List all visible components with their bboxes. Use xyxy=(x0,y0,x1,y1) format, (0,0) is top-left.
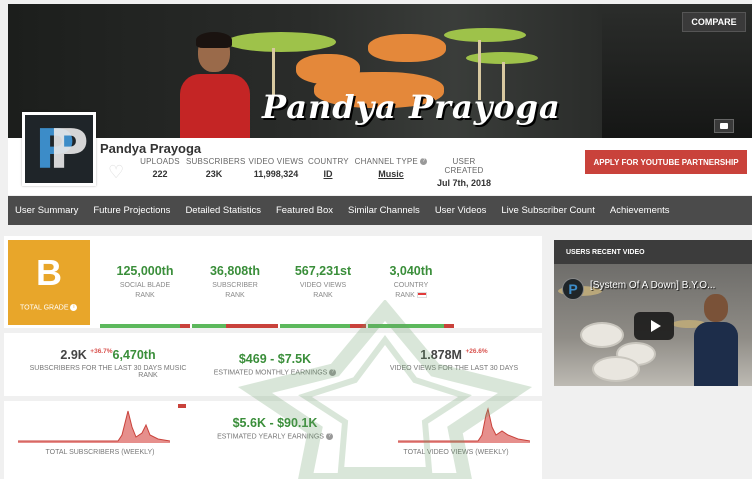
rank-bar xyxy=(100,324,190,328)
channel-avatar: P P xyxy=(22,112,96,186)
youtube-icon[interactable] xyxy=(714,119,734,133)
main-nav: User Summary Future Projections Detailed… xyxy=(8,196,752,225)
nav-live-subscriber-count[interactable]: Live Subscriber Count xyxy=(494,205,602,216)
avatar-letter: P xyxy=(49,118,89,181)
country-link[interactable]: ID xyxy=(308,169,348,179)
views-weekly-label: TOTAL VIDEO VIEWS (WEEKLY) xyxy=(403,449,509,456)
drum-shape xyxy=(580,322,624,348)
rank-bar xyxy=(192,324,278,328)
drummer-person xyxy=(694,294,738,386)
stat-country: COUNTRY ID xyxy=(308,157,349,179)
recent-video-card: USERS RECENT VIDEO P [System Of A Down] … xyxy=(554,240,752,386)
rank-video-views: 567,231st VIDEO VIEWS RANK xyxy=(280,240,366,328)
rank-bar xyxy=(280,324,366,328)
nav-featured-box[interactable]: Featured Box xyxy=(269,205,341,216)
channel-type-link[interactable]: Music xyxy=(354,169,428,179)
channel-banner: Pandya Prayoga COMPARE xyxy=(8,4,752,138)
chart-marker xyxy=(178,404,186,408)
compare-button[interactable]: COMPARE xyxy=(682,12,746,32)
nav-user-videos[interactable]: User Videos xyxy=(428,205,495,216)
nav-user-summary[interactable]: User Summary xyxy=(8,205,86,216)
recent-video-header: USERS RECENT VIDEO xyxy=(554,240,752,264)
stat-video-views: VIDEO VIEWS 11,998,324 xyxy=(248,157,304,179)
nav-future-projections[interactable]: Future Projections xyxy=(86,205,178,216)
nav-detailed-statistics[interactable]: Detailed Statistics xyxy=(178,205,269,216)
banner-carrot xyxy=(368,34,446,62)
favorite-heart-icon[interactable]: ♡ xyxy=(108,162,124,183)
grade-label: TOTAL GRADE i xyxy=(20,304,78,311)
page-root: Pandya Prayoga COMPARE P P Pandya Prayog… xyxy=(0,0,752,479)
monthly-earnings: $469 - $7.5K ESTIMATED MONTHLY EARNINGS … xyxy=(200,352,350,376)
channel-name: Pandya Prayoga xyxy=(100,141,202,156)
subs-last-30-days: 2.9K +36.7%6,470th SUBSCRIBERS FOR THE L… xyxy=(29,348,187,379)
grade-letter: B xyxy=(36,252,62,293)
stat-uploads: UPLOADS 222 xyxy=(140,157,180,179)
rank-subscriber: 36,808th SUBSCRIBER RANK xyxy=(192,240,278,328)
recent-video-title[interactable]: [System Of A Down] B.Y.O... xyxy=(590,280,740,291)
info-icon[interactable]: ? xyxy=(329,369,337,376)
apply-partnership-button[interactable]: APPLY FOR YOUTUBE PARTNERSHIP xyxy=(585,150,747,174)
nav-similar-channels[interactable]: Similar Channels xyxy=(341,205,428,216)
banner-leaf xyxy=(444,28,526,42)
channel-logo-icon: P xyxy=(562,278,584,300)
country-flag-icon xyxy=(416,292,427,299)
video-views-weekly-sparkline xyxy=(398,407,530,443)
rank-country: 3,040th COUNTRY RANK xyxy=(368,240,454,328)
info-icon[interactable]: ? xyxy=(420,158,428,166)
yearly-earnings: $5.6K - $90.1K ESTIMATED YEARLY EARNINGS… xyxy=(200,416,350,440)
rank-bar xyxy=(368,324,454,328)
stat-subscribers: SUBSCRIBERS 23K xyxy=(186,157,246,179)
info-icon[interactable]: ? xyxy=(325,433,333,440)
stat-channel-type: CHANNEL TYPE ? Music xyxy=(354,157,428,179)
drum-shape xyxy=(592,356,640,382)
banner-person xyxy=(180,32,250,138)
stat-user-created: USER CREATED Jul 7th, 2018 xyxy=(436,157,492,188)
play-button-icon[interactable] xyxy=(634,312,674,340)
banner-title: Pandya Prayoga xyxy=(262,88,561,126)
nav-achievements[interactable]: Achievements xyxy=(603,205,678,216)
subscribers-weekly-sparkline xyxy=(18,410,170,443)
views-last-30-days: 1.878M +26.6% VIDEO VIEWS FOR THE LAST 3… xyxy=(389,348,519,372)
subscribers-weekly-label: TOTAL SUBSCRIBERS (WEEKLY) xyxy=(45,449,155,456)
info-icon[interactable]: i xyxy=(70,304,78,311)
rank-social-blade: 125,000th SOCIAL BLADE RANK xyxy=(100,240,190,328)
total-grade-box: B TOTAL GRADE i xyxy=(8,240,90,325)
